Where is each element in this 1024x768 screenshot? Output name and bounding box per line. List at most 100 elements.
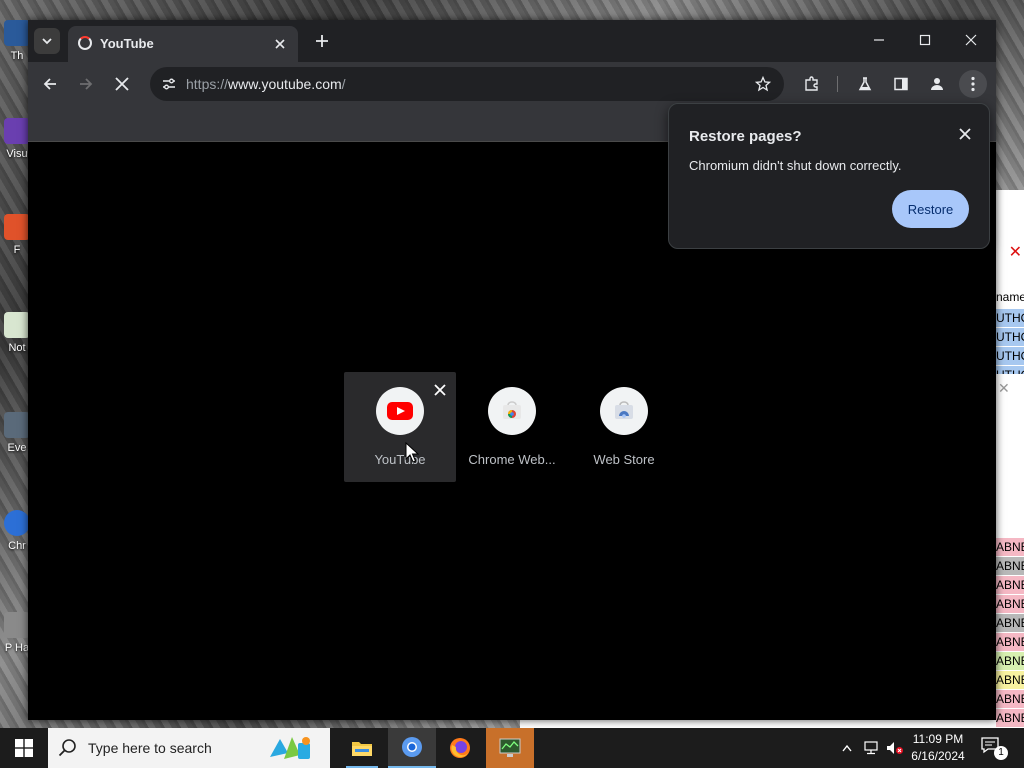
mouse-cursor-icon [405,442,419,463]
start-button[interactable] [0,728,48,768]
loading-spinner-icon [78,36,92,50]
url-text: https://www.youtube.com/ [186,76,346,92]
taskbar-app-monitor[interactable] [486,728,534,768]
side-panel-button[interactable] [887,70,915,98]
chevron-down-icon [42,38,52,45]
table-row[interactable]: ABNE [996,538,1024,556]
table-row[interactable]: ABNE [996,671,1024,689]
browser-window: YouTube https://www.youtube.com/ YouTube… [28,20,996,720]
taskbar-search-box[interactable]: Type here to search [48,728,330,768]
close-icon [434,384,446,396]
arrow-right-icon [80,78,93,90]
restore-button[interactable]: Restore [892,190,969,228]
dialog-close-button[interactable] [955,124,975,144]
table-row[interactable]: ABNE [996,595,1024,613]
site-info-button[interactable] [156,71,182,97]
search-placeholder: Type here to search [88,740,212,756]
tab-close-button[interactable] [270,34,290,54]
notepad-icon [4,312,30,338]
action-center-button[interactable]: 1 [980,736,1008,760]
shortcut-favicon [488,387,536,435]
shortcut-chrome-web-store[interactable]: Chrome Web... [456,372,568,482]
minimize-icon [874,39,884,41]
show-hidden-icons-button[interactable] [838,728,856,768]
puzzle-icon [805,76,818,91]
table-row[interactable]: ABNE [996,576,1024,594]
table-row[interactable]: UTHO [996,309,1024,327]
dialog-message: Chromium didn't shut down correctly. [689,158,902,173]
bookmark-star-button[interactable] [750,71,776,97]
url-path: / [341,76,346,92]
maximize-icon [919,34,931,46]
taskbar-chromium[interactable] [388,728,436,768]
stop-loading-button[interactable] [108,70,136,98]
close-window-button[interactable] [948,26,994,54]
toolbar-divider [837,76,838,92]
taskbar-file-explorer[interactable] [338,728,386,768]
arrow-left-icon [43,78,56,90]
column-header: name [996,290,1024,304]
app-icon [4,20,30,46]
new-tab-button[interactable] [310,29,334,53]
table-row[interactable]: ABNE [996,557,1024,575]
forward-button[interactable] [72,70,100,98]
search-icon [58,739,76,757]
shortcut-youtube[interactable]: YouTube [344,372,456,482]
monitor-icon [499,738,521,757]
shortcut-title: Web Store [593,452,655,467]
web-store-icon [615,401,633,419]
minimize-button[interactable] [856,26,902,54]
network-icon [864,741,878,755]
extensions-button[interactable] [798,70,826,98]
chevron-up-icon [842,744,852,752]
clock-time: 11:09 PM [912,732,964,746]
taskbar-clock[interactable]: 11:09 PM 6/16/2024 [902,731,974,765]
network-button[interactable] [860,728,882,768]
close-icon[interactable]: ✕ [998,380,1010,397]
table-row[interactable]: ABNE [996,633,1024,651]
close-icon [275,39,285,49]
browser-toolbar: https://www.youtube.com/ [28,62,996,106]
tune-icon [163,78,175,90]
windows-logo-icon [15,739,33,757]
side-panel-icon [894,77,908,91]
visual-studio-icon [4,118,30,144]
clock-date: 6/16/2024 [911,749,965,763]
menu-button[interactable] [959,70,987,98]
app-icon [4,214,30,240]
close-icon [959,128,971,140]
plus-icon [316,35,328,47]
shortcut-favicon [600,387,648,435]
maximize-button[interactable] [902,26,948,54]
tab-search-button[interactable] [34,28,60,54]
flask-icon [858,77,872,91]
labs-button[interactable] [851,70,879,98]
table-row[interactable]: UTHO [996,347,1024,365]
back-button[interactable] [36,70,64,98]
notification-count-badge: 1 [994,746,1008,760]
table-row[interactable]: ABNE [996,652,1024,670]
tab-title: YouTube [100,36,154,51]
tab-strip: YouTube [28,20,996,62]
close-icon [965,34,977,46]
shortcut-web-store[interactable]: Web Store [568,372,680,482]
chromium-icon [4,510,30,536]
table-row[interactable]: ABNE [996,709,1024,727]
tab-youtube[interactable]: YouTube [68,26,298,62]
star-icon [755,76,771,92]
table-row[interactable]: UTHO [996,366,1024,374]
restore-pages-dialog: Restore pages? Chromium didn't shut down… [668,103,990,249]
shortcut-favicon [376,387,424,435]
taskbar: Type here to search 11:09 PM 6/16/2024 1 [0,728,1024,768]
profile-button[interactable] [923,70,951,98]
table-row[interactable]: UTHO [996,328,1024,346]
url-scheme: https:// [186,76,229,92]
firefox-icon [450,738,470,758]
table-row[interactable]: ABNE [996,614,1024,632]
taskbar-firefox[interactable] [436,728,484,768]
more-vertical-icon [971,76,975,92]
address-bar[interactable]: https://www.youtube.com/ [150,67,784,101]
table-row[interactable]: ABNE [996,690,1024,708]
remove-shortcut-button[interactable] [430,380,450,400]
close-icon[interactable]: ✕ [1009,242,1022,262]
